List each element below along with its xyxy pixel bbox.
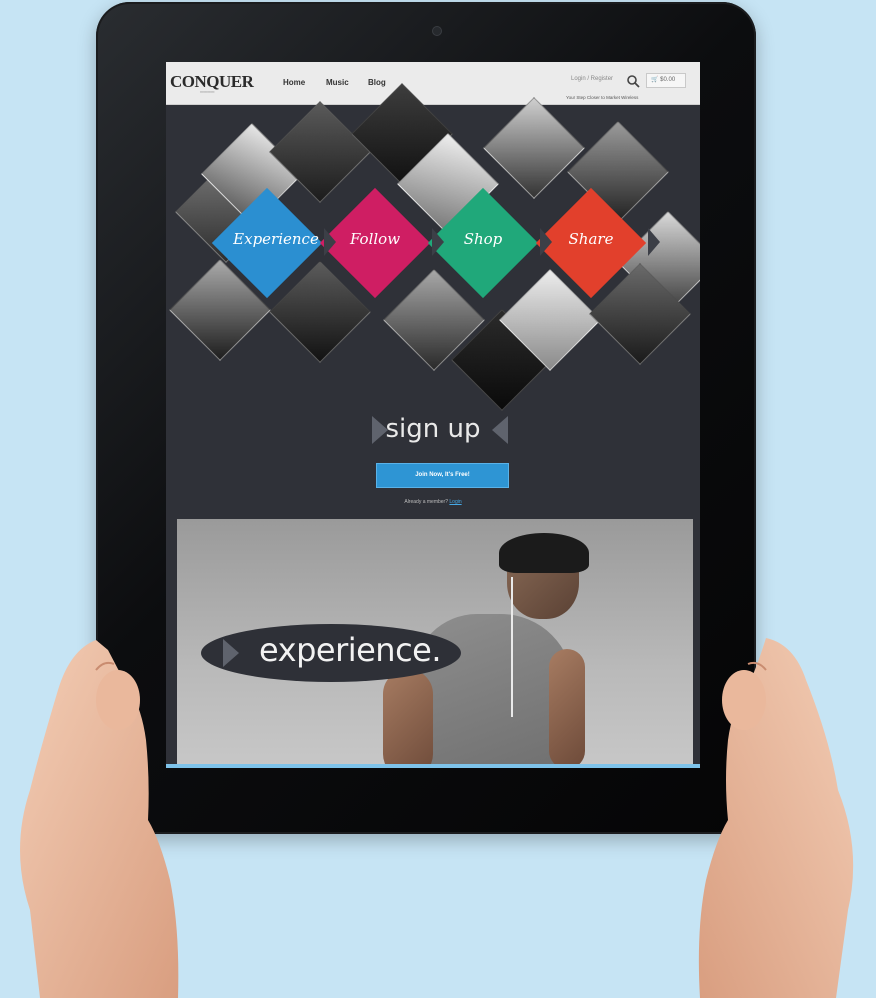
diamond-label-shop: Shop <box>463 230 503 248</box>
hero-person-hair <box>499 533 589 573</box>
cart-button[interactable]: 🛒 $0.00 <box>646 73 686 88</box>
site-header: CONQUER ━━━━━━━━ Home Music Blog Login /… <box>166 62 700 105</box>
already-member-label: Already a member? <box>404 499 448 505</box>
signup-heading: sign up <box>385 414 481 444</box>
search-icon[interactable] <box>626 74 640 88</box>
diamond-label-share: Share <box>568 230 614 248</box>
header-tagline: Your Step Closer to Market Wireless <box>566 95 639 100</box>
login-link[interactable]: Login <box>449 499 461 505</box>
photo-collage: Experience Follow Shop Share <box>166 83 700 411</box>
hero-divider <box>166 764 700 768</box>
chevron-left-icon <box>492 416 508 444</box>
earphone-cable <box>511 577 513 717</box>
logo-subtitle: ━━━━━━━━ <box>200 90 215 94</box>
right-hand <box>698 638 854 998</box>
hero-person-arm <box>383 669 433 765</box>
nav-home[interactable]: Home <box>283 78 305 87</box>
join-now-button[interactable]: Join Now, It's Free! <box>376 463 509 488</box>
cart-icon: 🛒 <box>651 77 659 83</box>
nav-music[interactable]: Music <box>326 78 349 87</box>
site-logo[interactable]: CONQUER <box>170 72 254 92</box>
hero-headline: experience. <box>259 631 442 669</box>
already-member-text: Already a member? Login <box>166 499 700 505</box>
hero-person-arm <box>549 649 585 765</box>
hero-banner: experience. <box>177 519 693 765</box>
tablet-screen: CONQUER ━━━━━━━━ Home Music Blog Login /… <box>166 62 700 768</box>
left-hand <box>20 640 179 998</box>
chevron-right-icon <box>223 639 239 667</box>
front-camera <box>433 27 441 35</box>
nav-blog[interactable]: Blog <box>368 78 386 87</box>
cart-total: $0.00 <box>660 77 676 83</box>
login-register-link[interactable]: Login / Register <box>571 76 613 82</box>
diamond-label-follow: Follow <box>349 230 401 248</box>
